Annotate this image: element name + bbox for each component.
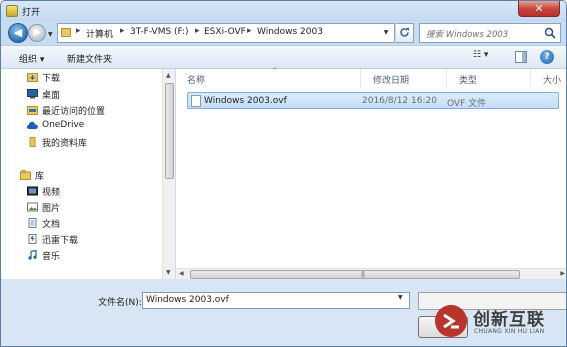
recent-places-icon (27, 106, 38, 115)
filename-input[interactable]: Windows 2003.ovf (142, 292, 410, 309)
organize-button[interactable]: 组织 ▾ (19, 52, 44, 65)
thunder-download-icon (28, 234, 37, 244)
sidebar-item-label: 图片 (42, 204, 61, 214)
search-icon[interactable] (544, 27, 556, 39)
scroll-right-icon[interactable]: ▶ (560, 270, 565, 277)
sidebar-item-libraries[interactable]: 库 (20, 168, 158, 182)
app-icon (6, 5, 18, 17)
filename-dropdown-icon[interactable]: ▼ (398, 294, 403, 301)
sidebar-item-label: 库 (35, 172, 45, 182)
breadcrumb-computer[interactable]: 计算机 (86, 27, 113, 40)
onedrive-icon (27, 121, 38, 129)
column-header-type-label: 类型 (459, 76, 478, 86)
sidebar-item-downloads[interactable]: 下载 (27, 70, 165, 84)
scroll-down-icon[interactable]: ▼ (166, 269, 171, 276)
grip-icon: ||| (361, 271, 365, 278)
breadcrumb-esxi-ovf[interactable]: ESXi-OVF (204, 27, 246, 37)
document-icon (28, 218, 37, 228)
sidebar-item-desktop[interactable]: 桌面 (27, 87, 165, 101)
sidebar-item-label: 视频 (42, 188, 61, 198)
watermark-subtext: CHUANG XIN HU LIAN (474, 328, 545, 335)
column-header-date-label: 修改日期 (373, 76, 410, 86)
command-toolbar: 组织 ▾ 新建文件夹 ☷ ▾ ? (1, 45, 566, 69)
column-header-name[interactable]: 名称 ^ (176, 67, 361, 87)
breadcrumb-separator[interactable]: ▸ (195, 26, 200, 36)
download-icon (27, 73, 38, 82)
breadcrumb-drive[interactable]: 3T-F-VMS (F:) (130, 27, 189, 37)
close-button[interactable]: ✕ (518, 1, 560, 17)
file-modified-date: 2016/8/12 16:20 (362, 96, 437, 106)
scroll-left-icon[interactable]: ◀ (179, 270, 184, 277)
desktop-icon (27, 89, 38, 99)
refresh-button[interactable] (396, 23, 414, 43)
search-placeholder: 搜索 Windows 2003 (426, 30, 509, 40)
title-bar: 打开 ✕ (1, 1, 566, 21)
file-list: 名称 ^ 修改日期 类型 大小 Windows 2003.ovf 2016/8/… (176, 67, 566, 280)
column-header-date[interactable]: 修改日期 (362, 69, 447, 87)
forward-button[interactable]: ▶ (28, 24, 46, 42)
watermark-text: 创新互联 (473, 310, 545, 330)
file-name: Windows 2003.ovf (204, 96, 287, 106)
breadcrumb-separator[interactable]: ▸ (120, 26, 125, 36)
new-folder-button[interactable]: 新建文件夹 (67, 52, 112, 65)
address-bar[interactable]: ▸ 计算机 ▸ 3T-F-VMS (F:) ▸ ESXi-OVF ▸ Windo… (57, 23, 395, 43)
sidebar-item-label: 我的资料库 (42, 139, 88, 149)
sidebar-item-pictures[interactable]: 图片 (27, 200, 165, 214)
brand-logo-icon (435, 305, 467, 337)
library-folder-icon (29, 137, 36, 147)
sidebar-item-label: 最近访问的位置 (42, 107, 106, 117)
sidebar-item-music[interactable]: 音乐 (27, 248, 165, 262)
back-button[interactable]: ◀ (8, 23, 28, 43)
sidebar-item-label: 音乐 (42, 252, 61, 262)
refresh-icon (400, 28, 409, 37)
change-view-button[interactable]: ☷ ▾ (473, 50, 503, 65)
sidebar-item-recent-places[interactable]: 最近访问的位置 (27, 103, 165, 117)
window-title: 打开 (22, 8, 41, 18)
file-row[interactable]: Windows 2003.ovf 2016/8/12 16:20 OVF 文件 (187, 92, 559, 109)
breadcrumb-separator[interactable]: ▸ (76, 26, 81, 36)
scrollbar-thumb[interactable]: ||| (190, 270, 520, 279)
ovf-file-icon (191, 95, 201, 107)
scrollbar-thumb[interactable] (165, 83, 174, 179)
column-header-type[interactable]: 类型 (448, 69, 531, 87)
file-type: OVF 文件 (447, 99, 487, 109)
filename-label: 文件名(N): (98, 298, 142, 308)
recent-pages-dropdown[interactable]: ▼ (48, 31, 53, 38)
help-icon[interactable]: ? (540, 50, 554, 64)
sidebar-item-videos[interactable]: 视频 (27, 184, 165, 198)
folder-icon (61, 28, 71, 37)
libraries-icon (20, 170, 31, 180)
navigation-bar: ◀ ▶ ▼ ▸ 计算机 ▸ 3T-F-VMS (F:) ▸ ESXi-OVF ▸… (1, 21, 566, 45)
column-header-size-label: 大小 (543, 76, 562, 86)
navigation-pane: 下载 桌面 最近访问的位置 OneDrive 我的资料库 库 视频 图片 文档 … (1, 69, 175, 279)
sidebar-item-my-library[interactable]: 我的资料库 (27, 135, 165, 149)
sidebar-item-thunder-downloads[interactable]: 迅雷下载 (27, 232, 165, 246)
sidebar-item-label: 迅雷下载 (42, 236, 79, 246)
music-icon (28, 250, 37, 260)
picture-icon (27, 202, 38, 212)
search-input[interactable]: 搜索 Windows 2003 (419, 23, 561, 43)
preview-pane-icon[interactable] (515, 51, 527, 63)
sidebar-item-documents[interactable]: 文档 (27, 216, 165, 230)
breadcrumb-separator[interactable]: ▸ (247, 26, 252, 36)
sort-ascending-icon: ^ (272, 67, 278, 75)
scroll-up-icon[interactable]: ▲ (166, 72, 171, 79)
breadcrumb-current[interactable]: Windows 2003 (257, 27, 323, 37)
column-header-name-label: 名称 (187, 76, 206, 86)
address-history-dropdown[interactable]: ▼ (379, 25, 393, 41)
navigation-pane-scrollbar[interactable]: ▲ ▼ (162, 69, 175, 279)
watermark-logo: 创新互联 CHUANG XIN HU LIAN (429, 301, 565, 345)
sidebar-item-onedrive[interactable]: OneDrive (27, 119, 165, 133)
sidebar-item-label: OneDrive (42, 120, 85, 130)
sidebar-item-label: 桌面 (42, 91, 61, 101)
column-header-size[interactable]: 大小 (532, 69, 566, 87)
sidebar-item-label: 下载 (42, 74, 61, 84)
video-icon (27, 186, 38, 196)
sidebar-item-label: 文档 (42, 220, 61, 230)
open-file-dialog: 打开 ✕ ◀ ▶ ▼ ▸ 计算机 ▸ 3T-F-VMS (F:) ▸ ESXi-… (0, 0, 567, 347)
